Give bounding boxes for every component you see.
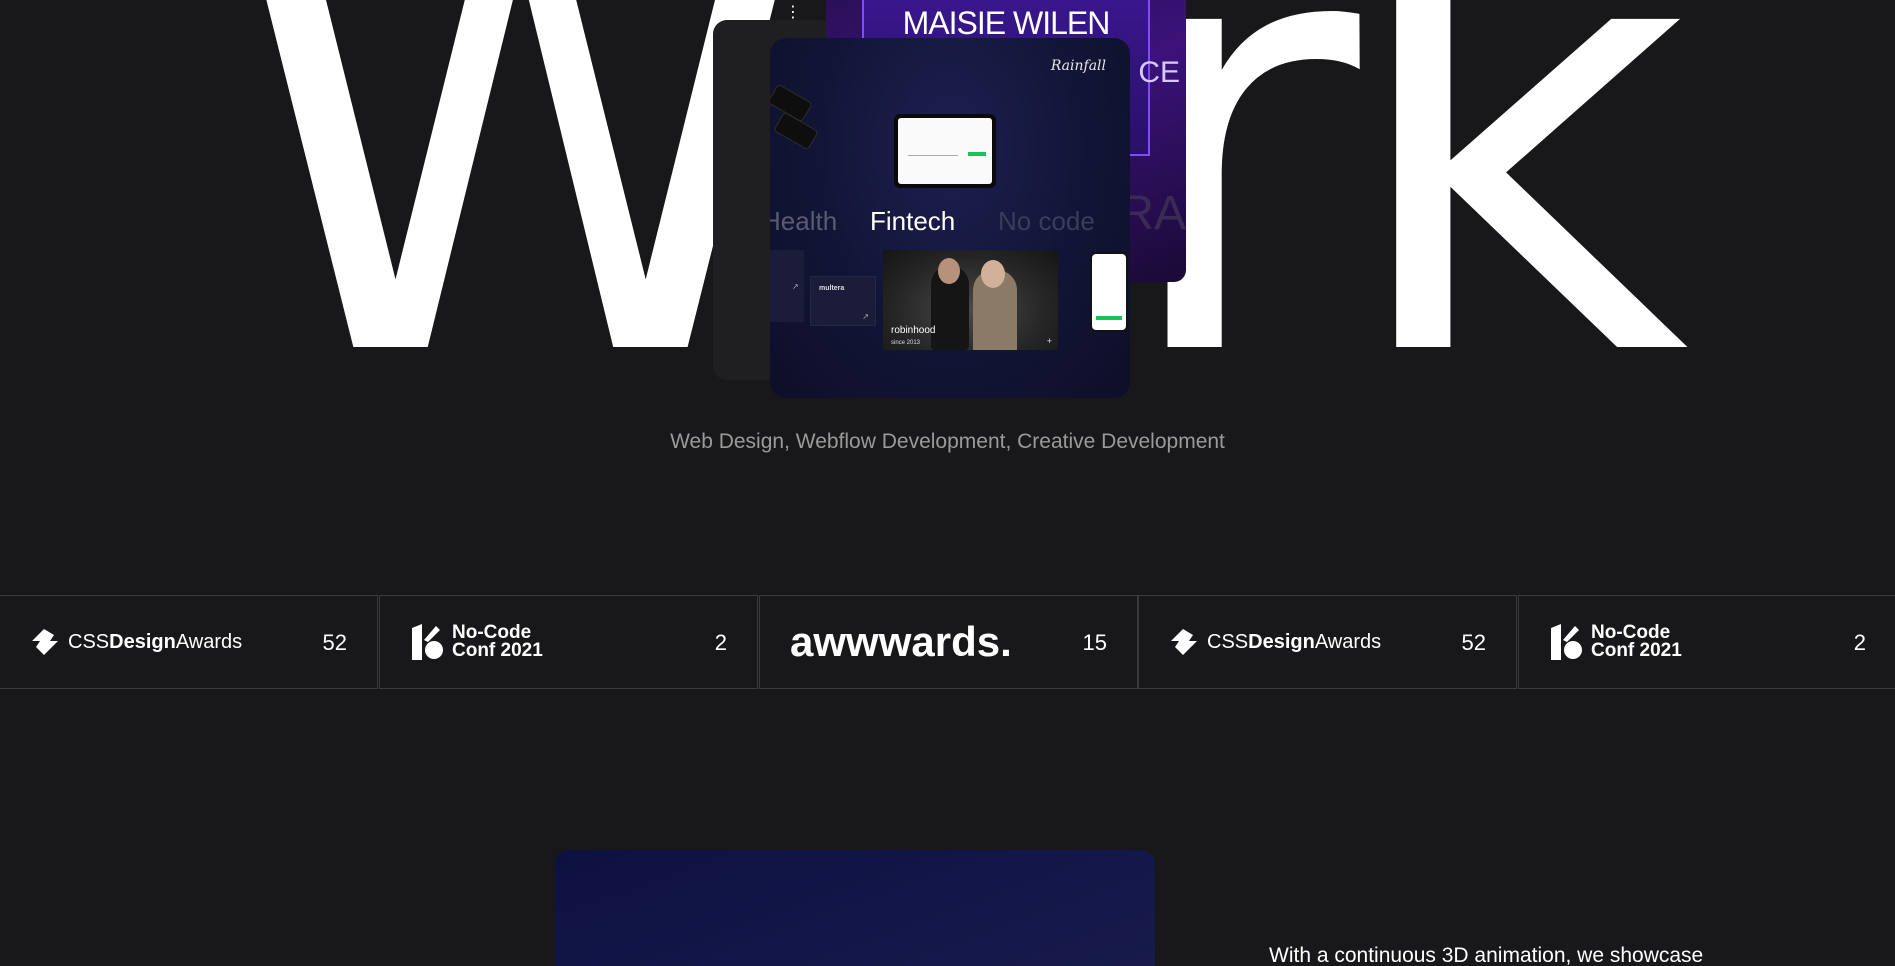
award-count: 52 (322, 630, 347, 655)
award-count: 2 (714, 630, 727, 655)
arrow-icon: ↗ (862, 312, 869, 321)
more-options-icon[interactable]: ⋮ (785, 2, 801, 22)
mini-card-title: multera (819, 285, 845, 292)
person-head (981, 260, 1005, 288)
animation-preview-card[interactable] (555, 850, 1155, 966)
project-card-rainfall[interactable]: Rainfall Health Fintech No code ↗ multer… (770, 38, 1130, 398)
category-carousel[interactable]: Health Fintech No code (770, 206, 1130, 236)
card-text-fragment: CE (1138, 56, 1180, 89)
person-head (938, 258, 960, 284)
tablet-mockup (894, 114, 996, 188)
plus-icon: + (1046, 336, 1052, 346)
phone-mockups (770, 83, 819, 152)
photo-since: since 2013 (891, 340, 921, 346)
phone-mockup (1090, 252, 1128, 332)
award-name: No-Code Conf 2021 (1591, 622, 1682, 661)
cssda-logo-icon (1171, 629, 1197, 655)
award-awwwards[interactable]: awwwards. 15 (759, 595, 1138, 689)
award-cssda[interactable]: CSSDesignAwards 52 (0, 595, 378, 689)
cssda-logo-icon (32, 629, 58, 655)
mini-project-card[interactable] (770, 250, 804, 322)
category-fintech[interactable]: Fintech (870, 206, 955, 237)
nocode-conf-logo-icon (412, 624, 443, 660)
photo-card-robinhood[interactable]: robinhood since 2013 + (883, 250, 1058, 350)
award-nocode-conf[interactable]: No-Code Conf 2021 2 (1518, 595, 1895, 689)
arrow-icon: ↗ (792, 282, 799, 291)
award-count: 52 (1461, 630, 1486, 655)
page: Work MAISIE WILEN CE RA ⋮ Rainfall Healt… (0, 0, 1895, 966)
services-subtitle: Web Design, Webflow Development, Creativ… (670, 430, 1225, 453)
category-no-code[interactable]: No code (998, 206, 1095, 237)
award-name: CSSDesignAwards (1207, 630, 1382, 653)
award-name: CSSDesignAwards (68, 630, 243, 653)
mini-project-card-multera[interactable]: multera ↗ (810, 276, 876, 326)
award-count: 15 (1082, 630, 1107, 655)
photo-brand: robinhood (891, 325, 936, 336)
award-nocode-conf[interactable]: No-Code Conf 2021 2 (379, 595, 758, 689)
award-name: No-Code Conf 2021 (452, 622, 543, 661)
award-cssda[interactable]: CSSDesignAwards 52 (1138, 595, 1517, 689)
awards-strip: CSSDesignAwards 52 No-Code Conf 2021 2 aw… (0, 595, 1895, 689)
project-card-title: MAISIE WILEN (902, 5, 1111, 41)
awwwards-logo: awwwards. (790, 618, 1012, 665)
section-description: With a continuous 3D animation, we showc… (1269, 944, 1704, 966)
rainfall-logo: Rainfall (1050, 58, 1106, 74)
category-health[interactable]: Health (770, 206, 837, 237)
award-count: 2 (1853, 630, 1866, 655)
nocode-conf-logo-icon (1551, 624, 1582, 660)
